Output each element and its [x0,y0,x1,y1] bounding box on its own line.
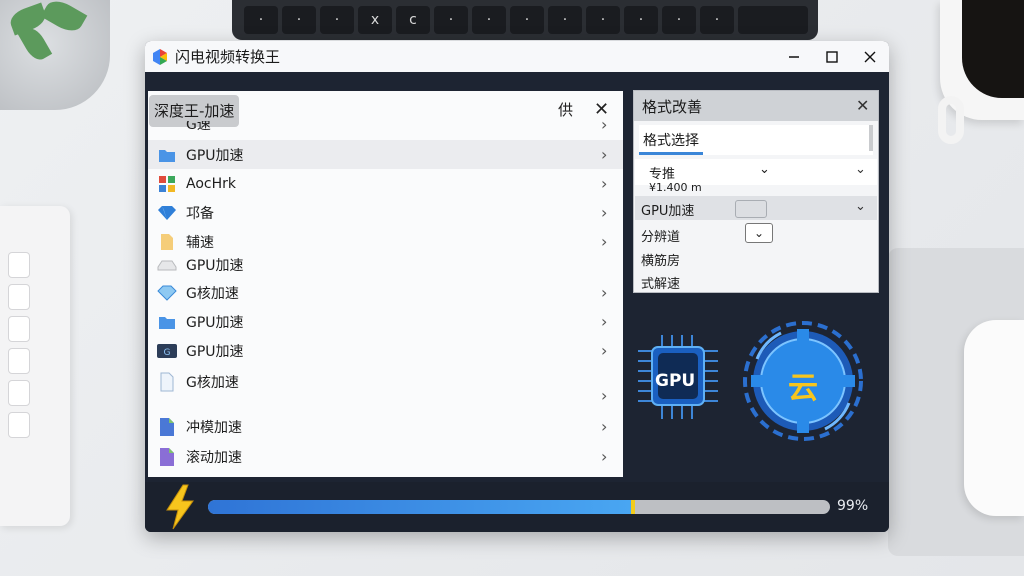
chevron-right-icon: › [601,145,608,164]
setting-row: 横筋房 [635,247,877,269]
window-title: 闪电视频转换王 [175,48,281,66]
list-item-label: 滚动加速 [186,449,242,466]
preset-note: ¥1.400 m [635,183,877,197]
chevron-down-icon: ⌄ [855,162,866,177]
list-item-partial[interactable]: G速 › [148,121,623,137]
chevron-right-icon: › [601,203,608,222]
maximize-icon [826,50,838,63]
chevron-right-icon: › [601,417,608,436]
scrollbar[interactable] [869,125,873,151]
feature-list-panel: 深度王-加速 供 ✕ G速 › GPU加速 › AocHrk › 邛备 › 辅速… [148,91,623,477]
format-panel-title: 格式改善 [642,98,703,116]
list-item[interactable]: G核加速 › [148,367,623,405]
chevron-down-icon[interactable]: ⌄ [855,199,866,214]
plant-pot [0,0,110,110]
document-icon [156,446,178,468]
list-item[interactable]: AocHrk › [148,169,623,198]
list-item-label: 辅速 [186,234,214,251]
list-item-label: 邛备 [186,205,214,222]
svg-text:G: G [164,348,171,358]
resolution-label: 分辨道 [641,230,681,245]
keyboard-background: · · · x c · · · · · · · · [232,0,818,40]
progress-footer: 99% [145,482,889,532]
list-item-label: G核加速 [186,285,239,302]
preset-dropdown[interactable]: 专推 ⌄ ⌄ [635,159,877,185]
document-icon [156,371,178,393]
document-icon [156,416,178,438]
mouse [964,320,1024,516]
chevron-right-icon: › [601,174,608,193]
gpu-accel-toggle[interactable] [735,200,767,218]
chevron-right-icon: › [601,447,608,466]
chevron-right-icon: › [601,341,608,360]
folder-icon [156,144,178,166]
chevron-right-icon: › [601,283,608,302]
list-item-label: GPU加速 [186,147,244,164]
title-bar: 闪电视频转换王 [145,41,889,72]
maximize-button[interactable] [813,41,851,72]
list-item-label: G核加速 [186,374,239,391]
list-item[interactable]: GPU加速 › [148,307,623,336]
chevron-right-icon: › [601,121,608,134]
setting-row: 式解速 [635,270,877,292]
list-item[interactable]: G GPU加速 › [148,336,623,365]
list-item[interactable]: GPU加速 [148,250,623,279]
progress-percent: 99% [837,498,869,514]
close-window-button[interactable] [851,41,889,72]
setting-label: 式解速 [641,277,681,292]
progress-fill [208,500,631,514]
close-icon [864,51,876,62]
side-keyboard [0,206,70,526]
gpu-icon: G [156,340,178,362]
setting-label: 横筋房 [641,254,681,269]
preset-note-text: ¥1.400 m [649,183,702,194]
list-item[interactable]: 滚动加速 › [148,442,623,471]
chevron-right-icon: › [601,386,608,405]
list-item[interactable]: 冲模加速 › [148,412,623,441]
resolution-dropdown[interactable]: ⌄ [745,223,773,243]
gpu-accel-row[interactable]: GPU加速 ⌄ [635,196,877,220]
app-window: 闪电视频转换王 深度王-加速 供 ✕ G速 › GPU加速 › AocHrk ›… [145,41,889,532]
chevron-right-icon: › [601,232,608,251]
chevron-right-icon: › [601,312,608,331]
conversion-progress-bar [208,500,830,514]
list-item-label: AocHrk [186,175,236,192]
progress-marker [631,500,635,514]
list-item[interactable]: GPU加速 › [148,140,623,169]
tab-underline [639,152,703,155]
minimize-icon [789,55,799,58]
format-select-label: 格式选择 [643,133,699,149]
gpu-chip-label: GPU [655,371,696,391]
list-item[interactable]: 邛备 › [148,198,623,227]
folder-icon [156,311,178,333]
list-item-label: 冲模加速 [186,419,242,436]
app-logo-icon [153,48,167,65]
format-settings-panel: 格式改善 ✕ 格式选择 专推 ⌄ ⌄ ¥1.400 m GPU加速 ⌄ 分辨道 … [633,90,879,293]
list-item-label: G速 [186,121,211,133]
drive-icon [156,254,178,276]
format-panel-header: 格式改善 ✕ [634,91,878,121]
panel-close-button[interactable]: ✕ [594,99,609,120]
coffee-cup-handle [938,96,964,144]
preset-dropdown-label: 专推 [649,167,676,182]
panel-tag-label[interactable]: 供 [558,99,573,120]
format-select-tab[interactable]: 格式选择 [639,125,873,155]
list-item[interactable]: G核加速 › [148,278,623,307]
lightning-bolt-icon [166,484,194,530]
chevron-down-icon: ⌄ [759,162,770,177]
list-item-label: GPU加速 [186,343,244,360]
list-item-label: GPU加速 [186,314,244,331]
diamond-icon [156,202,178,224]
format-panel-close-button[interactable]: ✕ [856,96,869,115]
gpu-accel-label: GPU加速 [641,204,695,219]
gear-glyph: 云 [788,371,818,406]
minimize-button[interactable] [775,41,813,72]
app-icon [156,173,178,195]
diamond-icon [156,282,178,304]
list-item-label: GPU加速 [186,257,244,274]
resolution-row: 分辨道 ⌄ [635,223,877,245]
